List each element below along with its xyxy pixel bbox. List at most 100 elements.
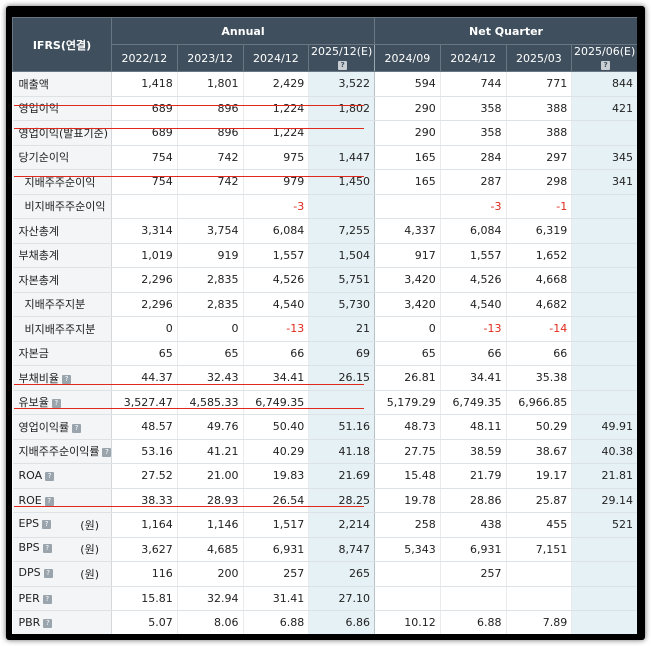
row-label-text: ROE (18, 493, 42, 507)
help-icon[interactable]: ? (42, 519, 52, 529)
table-cell: 284 (440, 145, 507, 170)
row-label: 당기순이익 (12, 145, 112, 170)
table-cell (308, 120, 376, 146)
table-cell: 1,801 (177, 71, 244, 97)
table-cell: 896 (177, 120, 244, 146)
row-label-text: 지배주주지분 (24, 298, 86, 312)
table-cell: 26.15 (308, 365, 376, 391)
table-cell: 6,966.85 (506, 390, 573, 415)
table-cell (506, 561, 573, 587)
table-cell: 594 (374, 71, 441, 97)
table-cell: 6,319 (506, 218, 573, 244)
table-cell: 917 (374, 243, 441, 268)
table-cell: 6,931 (243, 537, 310, 562)
table-cell: -13 (440, 316, 507, 342)
table-cell: 3,314 (111, 218, 178, 244)
table-cell: 165 (374, 145, 441, 170)
help-icon[interactable]: ? (43, 619, 53, 629)
table-cell: 6,084 (440, 218, 507, 244)
table-cell (571, 243, 637, 268)
row-label-text: 자산총계 (18, 224, 59, 238)
table-cell: 358 (440, 96, 507, 121)
highlight-underline (14, 408, 364, 409)
column-header-2023-12: 2023/12 (176, 44, 244, 72)
help-icon[interactable]: ? (72, 423, 82, 433)
table-cell: 27.75 (374, 439, 441, 464)
table-cell: 6.86 (308, 610, 376, 634)
help-icon[interactable]: ? (42, 544, 52, 554)
row-label-text: 지배주주순이익률 (18, 445, 100, 459)
quarter-header: Net Quarter (374, 17, 637, 45)
row-label: 자본금 (12, 341, 112, 366)
table-cell: 40.38 (571, 439, 637, 464)
table-cell: 421 (571, 96, 637, 121)
help-icon[interactable]: ? (102, 448, 111, 458)
table-cell: 257 (440, 561, 507, 587)
table-row: 자산총계 3,314 3,754 6,084 7,255 4,337 6,084 6,319 (12, 218, 637, 244)
help-icon[interactable]: ? (44, 496, 54, 506)
row-label-text: BPS (18, 541, 40, 555)
table-row: 매출액 1,418 1,801 2,429 3,522 594 744 771 844 (12, 71, 637, 97)
table-cell: 1,557 (440, 243, 507, 268)
table-cell: 48.73 (374, 414, 441, 440)
table-cell (571, 292, 637, 317)
unit-label: (원) (80, 567, 99, 581)
table-cell (571, 194, 637, 219)
row-label-text: 부채총계 (18, 249, 59, 263)
table-cell: 32.43 (177, 365, 244, 391)
table-cell (308, 390, 376, 415)
table-cell: 290 (374, 96, 441, 121)
help-icon[interactable]: ? (43, 568, 53, 578)
estimate-info-icon[interactable]: ? (601, 61, 611, 70)
table-cell: 4,682 (506, 292, 573, 317)
row-label: 자본총계 (12, 267, 112, 293)
row-label: DPS? (원) (12, 561, 112, 587)
table-cell (440, 586, 507, 611)
table-cell: 1,146 (177, 512, 244, 538)
table-cell: 40.29 (243, 439, 310, 464)
financial-summary-panel: IFRS(연결) Annual Net Quarter 2022/12 2023/… (12, 17, 637, 634)
table-cell: 6.88 (440, 610, 507, 634)
help-icon[interactable]: ? (45, 472, 55, 482)
row-label: 유보율? (12, 390, 112, 415)
help-icon[interactable]: ? (51, 399, 61, 409)
table-cell: 4,540 (243, 292, 310, 317)
table-cell: 3,754 (177, 218, 244, 244)
table-cell (571, 120, 637, 146)
table-cell: 66 (506, 341, 573, 366)
column-header-2025-03: 2025/03 (505, 44, 573, 72)
table-cell (571, 390, 637, 415)
row-label-text: 비지배주주순이익 (24, 200, 106, 214)
table-row: 영업이익(발표기준) 689 896 1,224 290 358 388 (12, 120, 637, 146)
table-cell: 1,517 (243, 512, 310, 538)
table-cell: 4,540 (440, 292, 507, 317)
column-header-label: 2023/12 (187, 51, 233, 65)
table-cell: 15.48 (374, 463, 441, 489)
table-cell: 49.91 (571, 414, 637, 440)
table-row: 당기순이익 754 742 975 1,447 165 284 297 345 (12, 145, 637, 170)
table-cell: 754 (111, 145, 178, 170)
table-row: PBR? 5.07 8.06 6.88 6.86 10.12 6.88 7.89 (12, 610, 637, 634)
table-cell: 27.52 (111, 463, 178, 489)
help-icon[interactable]: ? (42, 594, 52, 604)
table-cell: 26.81 (374, 365, 441, 391)
table-cell: 2,835 (177, 292, 244, 317)
table-cell: 51.16 (308, 414, 376, 440)
table-cell: 297 (506, 145, 573, 170)
table-cell: 341 (571, 169, 637, 195)
column-header-2025-12-E-: 2025/12(E)? (308, 44, 376, 72)
table-cell: 7.89 (506, 610, 573, 634)
table-cell (111, 194, 178, 219)
column-header-2022-12: 2022/12 (111, 44, 178, 72)
highlight-underline (14, 506, 364, 507)
help-icon[interactable]: ? (61, 374, 71, 384)
table-cell: 29.14 (571, 488, 637, 513)
table-cell: 21.79 (440, 463, 507, 489)
table-cell: 19.83 (243, 463, 310, 489)
table-cell: 4,526 (440, 267, 507, 293)
table-cell: 265 (308, 561, 376, 587)
table-cell: 2,835 (177, 267, 244, 293)
estimate-info-icon[interactable]: ? (338, 61, 348, 70)
table-cell: 28.93 (177, 488, 244, 513)
table-cell (177, 194, 244, 219)
